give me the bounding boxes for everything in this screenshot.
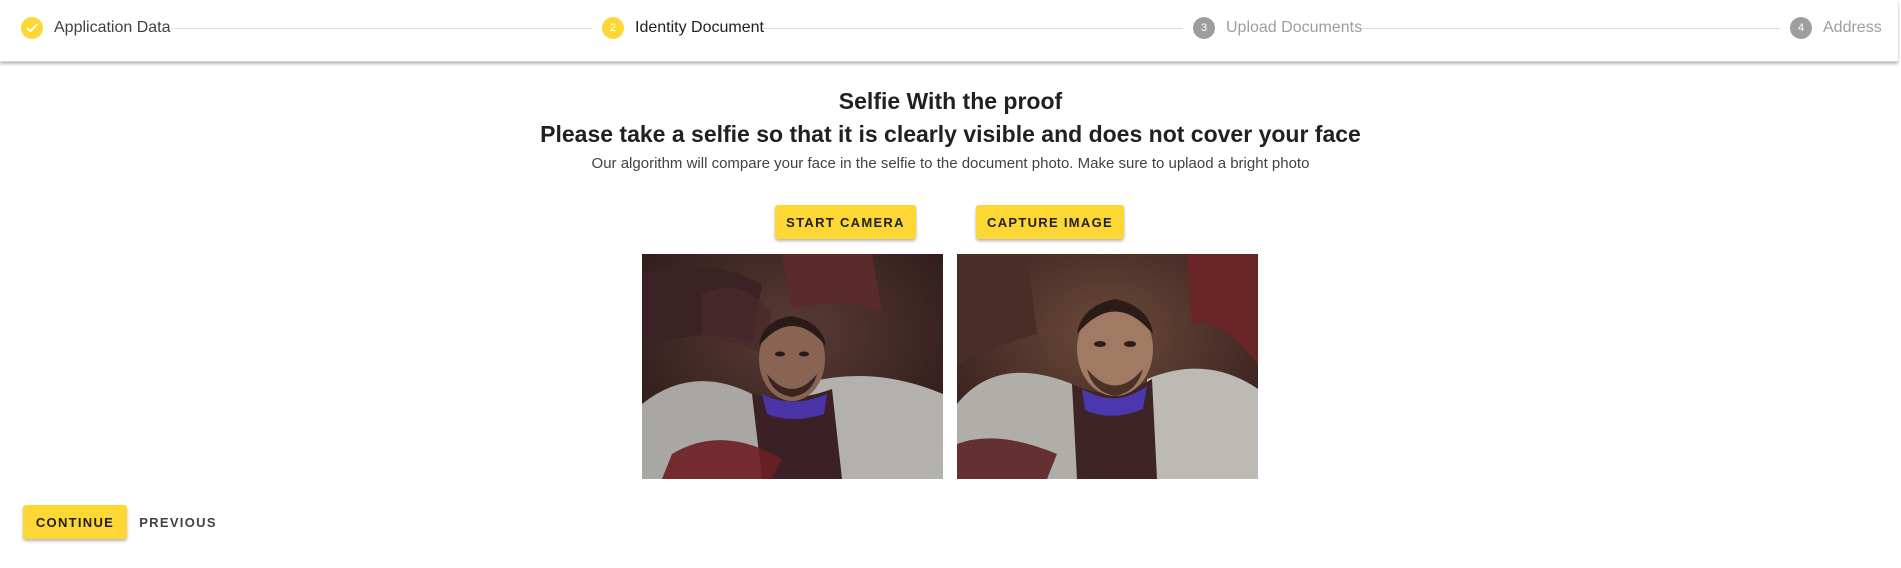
page-description: Our algorithm will compare your face in … <box>591 155 1310 172</box>
step-connector <box>1361 28 1780 29</box>
continue-button[interactable]: Continue <box>23 505 127 539</box>
page-title: Selfie With the proof <box>838 88 1063 114</box>
captured-image <box>957 254 1258 479</box>
capture-image-button[interactable]: Capture Image <box>976 205 1124 239</box>
step-number-badge: 2 <box>602 17 624 39</box>
step-label: Identity Document <box>635 19 764 36</box>
stepper: Application Data 2 Identity Document 3 U… <box>0 0 1898 62</box>
previous-button[interactable]: Previous <box>133 505 223 539</box>
step-number-badge: 4 <box>1790 17 1812 39</box>
start-camera-button[interactable]: Start Camera <box>775 205 916 239</box>
step-application-data[interactable]: Application Data <box>21 17 171 39</box>
step-number-badge: 3 <box>1193 17 1215 39</box>
step-connector <box>171 28 592 29</box>
step-upload-documents[interactable]: 3 Upload Documents <box>1193 17 1362 39</box>
step-identity-document[interactable]: 2 Identity Document <box>602 17 764 39</box>
step-connector <box>762 28 1183 29</box>
step-label: Upload Documents <box>1226 19 1363 36</box>
step-label: Address <box>1823 19 1882 36</box>
checkmark-icon <box>21 17 43 39</box>
page-subtitle: Please take a selfie so that it is clear… <box>540 121 1361 147</box>
camera-preview <box>642 254 943 479</box>
step-label: Application Data <box>54 19 171 36</box>
step-address[interactable]: 4 Address <box>1790 17 1882 39</box>
